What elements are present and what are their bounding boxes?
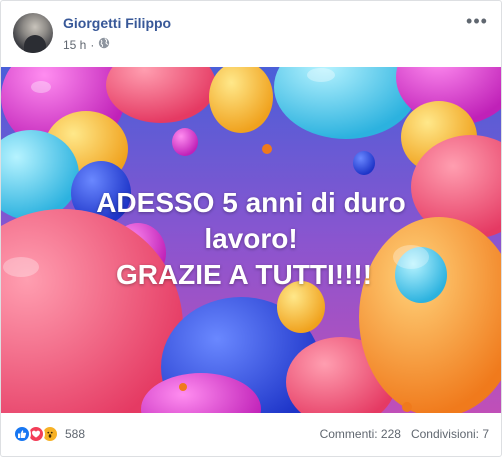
post-photo[interactable]: ADESSO 5 anni di duro lavoro! GRAZIE A T… — [1, 67, 501, 413]
more-options-icon[interactable]: ••• — [465, 11, 489, 31]
post-header: Giorgetti Filippo 15 h · ••• — [1, 1, 501, 67]
post-meta: 15 h · — [63, 37, 110, 52]
caption-line-2: lavoro! — [204, 223, 298, 254]
shares-count-link[interactable]: Condivisioni: 7 — [411, 427, 489, 441]
facebook-post: Giorgetti Filippo 15 h · ••• ADESSO 5 an… — [0, 0, 502, 457]
globe-icon[interactable] — [98, 37, 110, 52]
meta-separator: · — [90, 37, 95, 52]
comments-count-link[interactable]: Commenti: 228 — [320, 427, 401, 441]
post-stats: Commenti: 228 Condivisioni: 7 — [320, 427, 489, 441]
author-name[interactable]: Giorgetti Filippo — [63, 15, 171, 31]
like-icon — [13, 425, 31, 443]
post-footer: 588 Commenti: 228 Condivisioni: 7 — [1, 413, 501, 456]
avatar[interactable] — [13, 13, 53, 53]
reaction-count: 588 — [65, 427, 86, 441]
caption-line-1: ADESSO 5 anni di duro — [96, 187, 406, 218]
photo-caption: ADESSO 5 anni di duro lavoro! GRAZIE A T… — [1, 185, 501, 293]
caption-line-3: GRAZIE A TUTTI!!!! — [115, 259, 373, 290]
reactions-summary[interactable]: 588 — [13, 425, 85, 443]
post-timestamp[interactable]: 15 h — [63, 38, 86, 52]
